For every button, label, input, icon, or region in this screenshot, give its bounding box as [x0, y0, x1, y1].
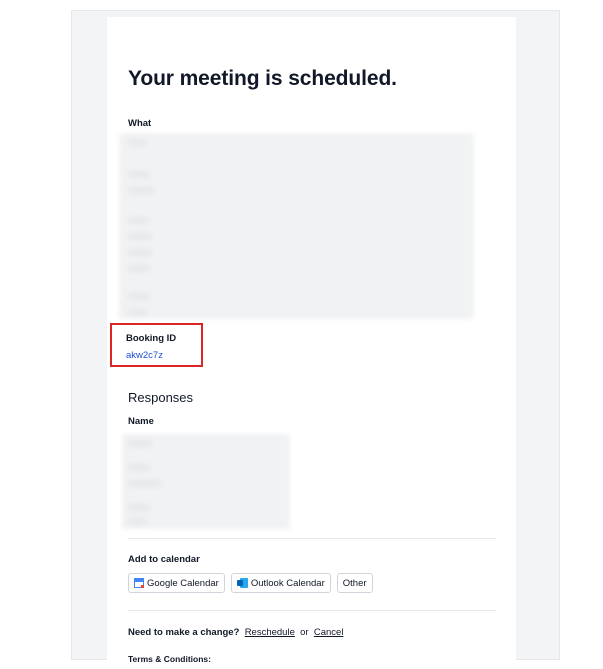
reschedule-link[interactable]: Reschedule — [245, 627, 295, 638]
change-row: Need to make a change? Reschedule or Can… — [128, 627, 343, 638]
responses-title: Responses — [128, 390, 194, 405]
name-label: Name — [128, 416, 154, 427]
other-calendar-label: Other — [342, 577, 367, 589]
divider — [128, 610, 496, 611]
terms-label: Terms & Conditions: — [128, 654, 211, 664]
google-calendar-button[interactable]: Google Calendar — [128, 573, 225, 593]
or-text: or — [300, 627, 309, 638]
change-question: Need to make a change? — [128, 627, 240, 638]
what-label: What — [128, 118, 152, 129]
outlook-calendar-label: Outlook Calendar — [250, 577, 325, 589]
cancel-link[interactable]: Cancel — [314, 627, 344, 638]
calendar-buttons: Google Calendar Outlook Calendar Other — [128, 573, 373, 593]
google-calendar-icon — [134, 578, 144, 588]
booking-id-value: akw2c7z — [126, 350, 163, 361]
email-frame: Your meeting is scheduled. What Booking … — [71, 10, 560, 667]
other-calendar-button[interactable]: Other — [336, 573, 373, 593]
add-to-calendar-label: Add to calendar — [128, 554, 200, 565]
booking-id-label: Booking ID — [126, 333, 177, 344]
redacted-details — [119, 133, 474, 319]
redacted-responses — [122, 434, 290, 529]
confirmation-card: Your meeting is scheduled. What Booking … — [107, 17, 516, 667]
page-title: Your meeting is scheduled. — [128, 67, 397, 90]
divider — [128, 538, 496, 539]
outlook-calendar-icon — [236, 578, 248, 588]
google-calendar-label: Google Calendar — [147, 577, 219, 589]
outlook-calendar-button[interactable]: Outlook Calendar — [230, 573, 331, 593]
